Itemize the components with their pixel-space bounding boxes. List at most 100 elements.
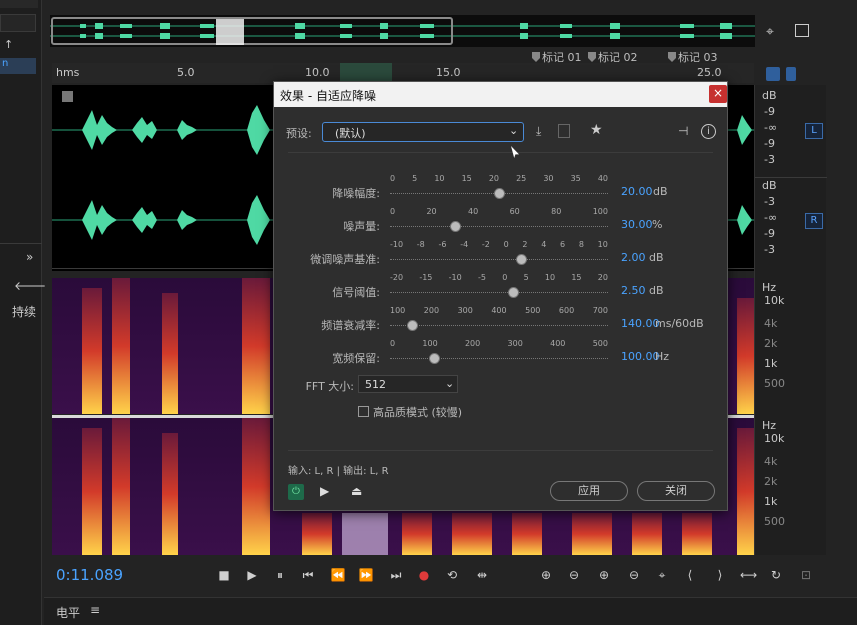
high-quality-checkbox[interactable] [358,406,369,417]
zoom-to-selection-icon[interactable]: ⌖ [766,24,774,40]
delete-preset-icon[interactable] [558,124,570,138]
routing-icon[interactable]: ⊣ [678,124,688,138]
slider-scale-number: 20 [426,207,437,216]
arrow-left-icon[interactable]: 🡐 [14,278,46,293]
favorite-star-icon[interactable]: ★ [590,122,603,138]
slider-scale-number: 4 [541,240,547,249]
dialog-divider [288,152,713,153]
param-value[interactable]: 20.00 [621,185,653,198]
loop-preview-icon[interactable]: ⏏ [351,484,362,498]
expand-panel-icon[interactable]: » [26,250,33,264]
play-preview-icon[interactable]: ▶ [320,484,329,498]
fft-size-value: 512 [365,378,386,391]
slider-scale-number: 35 [570,174,581,183]
fast-forward-icon[interactable]: ⏩ [358,567,374,583]
param-value[interactable]: 30.00 [621,218,653,231]
rewind-icon[interactable]: ⏪ [330,567,346,583]
param-unit: dB [649,251,664,264]
preset-label: 预设: [286,127,312,140]
param-value[interactable]: 2.50 [621,284,646,297]
slider-knob[interactable] [406,320,418,331]
dialog-title: 效果 - 自适应降噪 [274,82,727,107]
dialog-close-icon[interactable]: × [709,85,727,103]
time-display[interactable]: 0:11.089 [56,566,123,584]
arrow-up-icon[interactable]: ↑ [4,38,13,51]
close-button[interactable]: 关闭 [637,481,715,501]
zoom-selection-icon[interactable]: ⌖ [654,567,670,583]
panel-search-box[interactable] [0,14,36,32]
slider-scale-number: 0 [502,273,508,282]
zoom-left-icon[interactable]: ⟨ [682,567,698,583]
slider-scale-number: 60 [509,207,520,216]
loop-icon[interactable]: ⟲ [444,567,460,583]
param-slider[interactable] [390,219,608,227]
list-view-icon[interactable] [795,24,809,37]
zoom-out-amplitude-icon[interactable]: ⊖ [566,567,582,583]
marker-snap-icon[interactable] [786,67,796,81]
zoom-full-icon[interactable]: ⟷ [740,567,757,583]
channel-right-badge[interactable]: R [805,213,823,229]
scale-label: 2k [764,337,778,350]
apply-button[interactable]: 应用 [550,481,628,501]
slider-knob[interactable] [507,287,519,298]
ruler-unit: hms [56,66,80,79]
level-menu-icon[interactable]: ≡ [90,603,100,617]
history-item-label[interactable]: 持续 [12,303,36,320]
zoom-in-amplitude-icon[interactable]: ⊕ [538,567,554,583]
power-icon[interactable]: ⏻ [288,484,304,500]
overview-viewport[interactable] [51,17,453,45]
param-value[interactable]: 2.00 [621,251,646,264]
scale-label: Hz [762,419,777,432]
fft-size-dropdown[interactable]: 512 ⌄ [358,375,458,393]
slider-knob[interactable] [450,221,462,232]
scale-label: dB [762,179,777,192]
marker-flag-icon [532,52,540,62]
slider-scale-number: -10 [390,240,404,249]
zoom-disabled-icon[interactable]: ⊡ [798,567,814,583]
scale-label: 500 [764,515,785,528]
param-value[interactable]: 140.00 [621,317,660,330]
preset-value: (默认) [335,127,366,140]
slider-scale-number: 0 [503,240,509,249]
skip-to-start-icon[interactable]: ⏮ [300,567,316,583]
param-slider[interactable] [390,285,608,293]
pause-icon[interactable]: ⏸ [272,567,288,583]
overview-selection[interactable] [216,19,244,45]
slider-scale-number: 700 [592,306,608,315]
time-ruler[interactable] [52,63,754,83]
save-preset-icon[interactable]: ⤓ [536,124,550,138]
slider-scale: -20 -15 -10 -5 0 5 10 15 20 [390,273,608,282]
param-slider[interactable] [390,318,608,326]
zoom-right-icon[interactable]: ⟩ [712,567,728,583]
chevron-down-icon: ⌄ [445,377,455,390]
slider-knob[interactable] [515,254,527,265]
snap-icon[interactable] [766,67,780,81]
skip-to-end-icon[interactable]: ⏭ [388,567,404,583]
zoom-reset-icon[interactable]: ↻ [768,567,784,583]
scale-divider [755,177,827,178]
slider-knob[interactable] [494,188,505,199]
file-list-item[interactable]: n [0,58,36,74]
channel-left-badge[interactable]: L [805,123,823,139]
info-icon[interactable]: i [701,124,716,139]
param-slider[interactable] [390,351,608,359]
slider-knob[interactable] [428,353,440,364]
stop-icon[interactable]: ■ [216,567,232,583]
amplitude-scale[interactable]: dB -9 -∞ -9 -3 L dB -3 -∞ -9 -3 R Hz 10k… [754,85,827,555]
slider-scale-number: 0 [390,207,396,216]
zoom-out-time-icon[interactable]: ⊖ [626,567,642,583]
record-icon[interactable]: ● [416,567,432,583]
selection-range[interactable] [340,63,392,83]
ruler-tick: 5.0 [177,66,195,79]
slider-scale-number: 15 [461,174,472,183]
slider-scale: 0 100 200 300 400 500 [390,339,608,348]
skip-selection-icon[interactable]: ⇹ [474,567,490,583]
files-panel: ↑ n » 🡐 持续 [0,0,46,625]
preset-dropdown[interactable]: (默认) ⌄ [322,122,524,142]
param-slider[interactable] [390,252,608,260]
play-icon[interactable]: ▶ [244,567,260,583]
slider-scale-number: 0 [390,174,396,183]
zoom-in-time-icon[interactable]: ⊕ [596,567,612,583]
param-value[interactable]: 100.00 [621,350,660,363]
slider-scale-number: -20 [390,273,404,282]
